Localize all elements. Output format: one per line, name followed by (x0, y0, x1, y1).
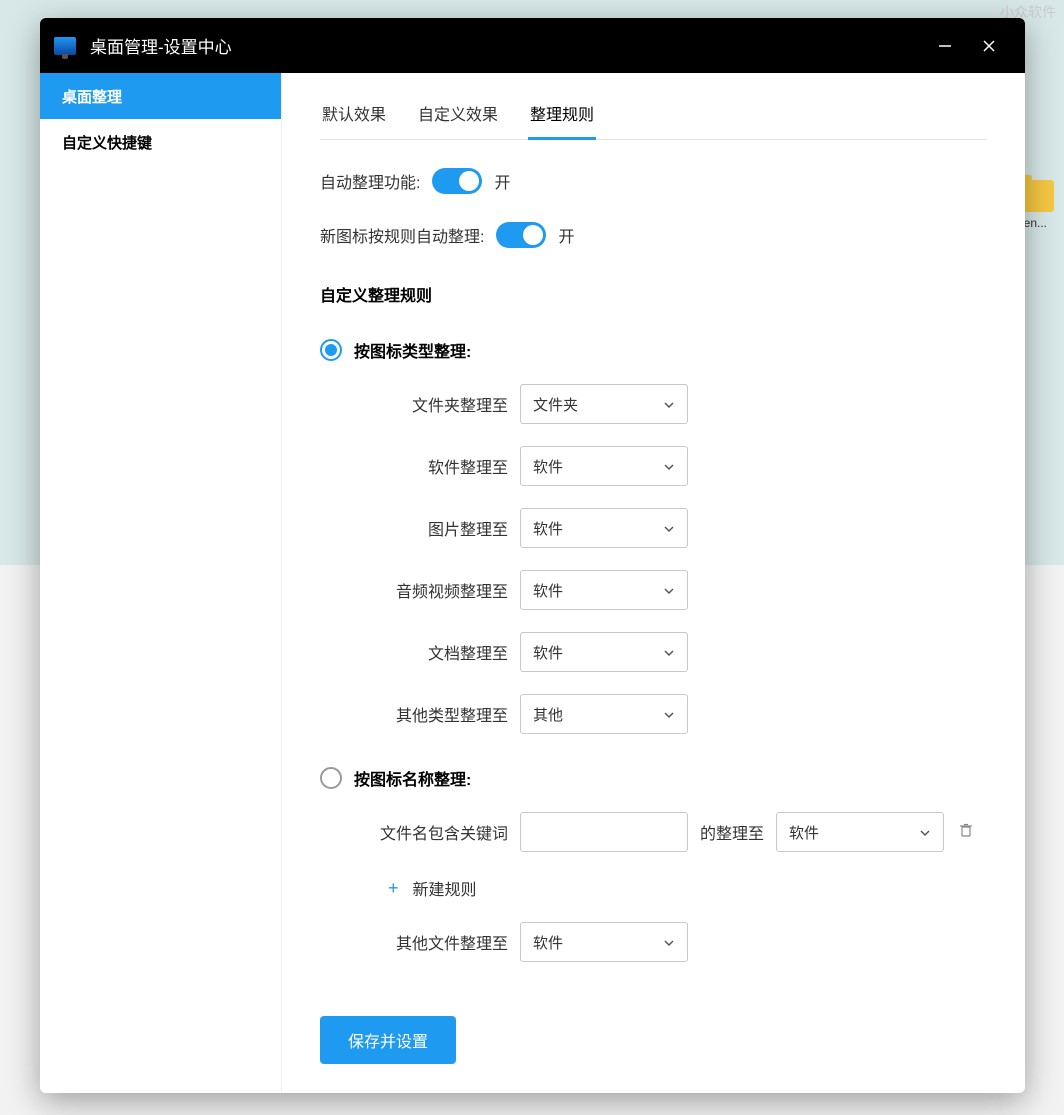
select-value: 软件 (789, 822, 819, 843)
select-value: 软件 (533, 518, 563, 539)
minimize-icon (938, 39, 952, 53)
sidebar: 桌面整理 自定义快捷键 (40, 73, 282, 1093)
auto-sort-state: 开 (494, 169, 510, 193)
settings-window: 桌面管理-设置中心 桌面整理 自定义快捷键 默认效果 自定义效果 整理规则 自动… (40, 18, 1025, 1093)
delete-rule-button[interactable] (958, 822, 974, 843)
chevron-down-icon (663, 646, 675, 658)
rule-other-select[interactable]: 其他 (520, 694, 688, 734)
titlebar: 桌面管理-设置中心 (40, 18, 1025, 73)
rule-folder-select[interactable]: 文件夹 (520, 384, 688, 424)
plus-icon: + (388, 878, 399, 899)
new-icon-sort-label: 新图标按规则自动整理: (320, 223, 484, 247)
chevron-down-icon (663, 708, 675, 720)
trash-icon (958, 822, 974, 838)
select-value: 其他 (533, 704, 563, 725)
chevron-down-icon (663, 936, 675, 948)
rule-audiovideo-select[interactable]: 软件 (520, 570, 688, 610)
window-title: 桌面管理-设置中心 (90, 33, 923, 58)
auto-sort-label: 自动整理功能: (320, 169, 420, 193)
chevron-down-icon (663, 460, 675, 472)
rule-folder-label: 文件夹整理至 (320, 392, 520, 416)
tab-custom-effect[interactable]: 自定义效果 (416, 91, 500, 139)
radio-by-type[interactable] (320, 339, 342, 361)
sidebar-item-desktop-sort[interactable]: 桌面整理 (40, 73, 281, 119)
radio-by-name-label: 按图标名称整理: (354, 766, 471, 790)
rule-software-select[interactable]: 软件 (520, 446, 688, 486)
new-icon-sort-toggle[interactable] (496, 222, 546, 248)
add-rule-label: 新建规则 (413, 876, 477, 900)
rule-image-label: 图片整理至 (320, 516, 520, 540)
rule-document-select[interactable]: 软件 (520, 632, 688, 672)
close-button[interactable] (967, 26, 1011, 66)
other-files-label: 其他文件整理至 (320, 930, 520, 954)
custom-rules-title: 自定义整理规则 (320, 282, 987, 306)
select-value: 软件 (533, 642, 563, 663)
auto-sort-toggle[interactable] (432, 168, 482, 194)
chevron-down-icon (919, 826, 931, 838)
tabs: 默认效果 自定义效果 整理规则 (320, 91, 987, 140)
sidebar-item-label: 自定义快捷键 (62, 132, 152, 153)
chevron-down-icon (663, 584, 675, 596)
rule-document-label: 文档整理至 (320, 640, 520, 664)
save-button[interactable]: 保存并设置 (320, 1016, 456, 1064)
tab-sort-rules[interactable]: 整理规则 (528, 91, 596, 139)
new-icon-sort-state: 开 (558, 223, 574, 247)
chevron-down-icon (663, 398, 675, 410)
rule-other-label: 其他类型整理至 (320, 702, 520, 726)
content-area: 默认效果 自定义效果 整理规则 自动整理功能: 开 新图标按规则自动整理: 开 … (282, 73, 1025, 1093)
sidebar-item-custom-hotkeys[interactable]: 自定义快捷键 (40, 119, 281, 165)
chevron-down-icon (663, 522, 675, 534)
minimize-button[interactable] (923, 26, 967, 66)
sidebar-item-label: 桌面整理 (62, 86, 122, 107)
add-rule-button[interactable]: + 新建规则 (388, 876, 987, 900)
select-value: 软件 (533, 456, 563, 477)
other-files-select[interactable]: 软件 (520, 922, 688, 962)
select-value: 文件夹 (533, 394, 578, 415)
select-value: 软件 (533, 932, 563, 953)
tab-default-effect[interactable]: 默认效果 (320, 91, 388, 139)
name-rule-mid-label: 的整理至 (688, 820, 776, 844)
app-icon (54, 37, 76, 55)
close-icon (982, 39, 996, 53)
name-rule-prefix-label: 文件名包含关键词 (320, 820, 520, 844)
rule-audiovideo-label: 音频视频整理至 (320, 578, 520, 602)
rule-image-select[interactable]: 软件 (520, 508, 688, 548)
rule-software-label: 软件整理至 (320, 454, 520, 478)
radio-by-type-label: 按图标类型整理: (354, 338, 471, 362)
select-value: 软件 (533, 580, 563, 601)
keyword-input[interactable] (520, 812, 688, 852)
name-rule-target-select[interactable]: 软件 (776, 812, 944, 852)
radio-by-name[interactable] (320, 767, 342, 789)
